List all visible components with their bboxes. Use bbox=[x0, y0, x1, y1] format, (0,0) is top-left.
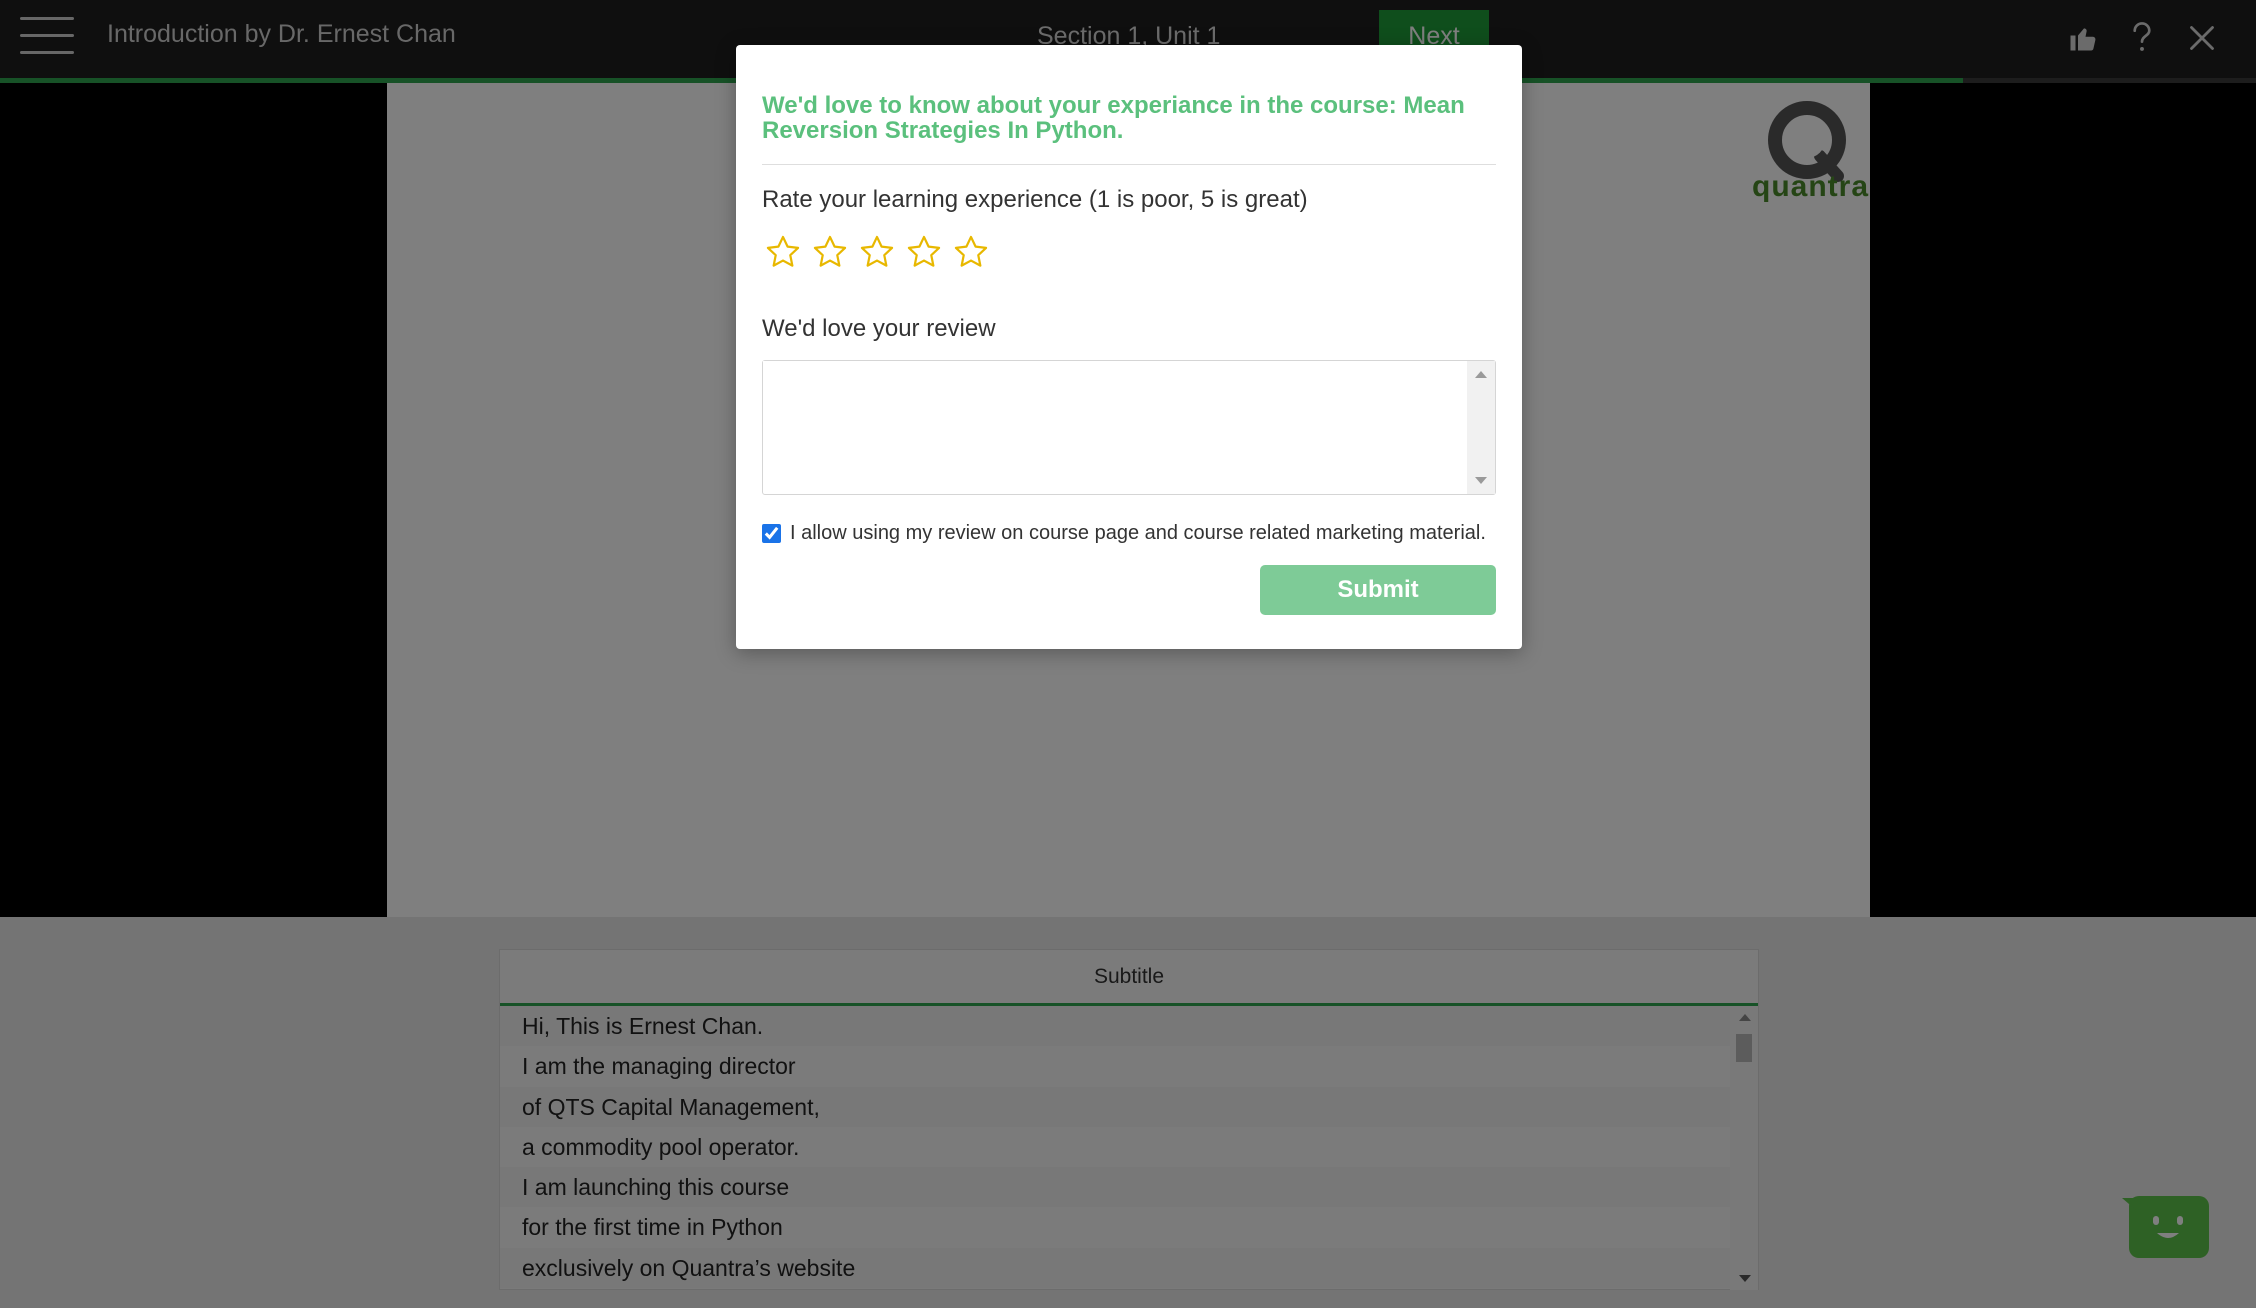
star-5-icon[interactable] bbox=[952, 233, 990, 271]
review-label: We'd love your review bbox=[762, 315, 996, 342]
consent-text: I allow using my review on course page a… bbox=[790, 522, 1486, 544]
star-2-icon[interactable] bbox=[811, 233, 849, 271]
star-rating[interactable] bbox=[764, 233, 990, 277]
review-modal: We'd love to know about your experiance … bbox=[736, 45, 1522, 649]
review-textarea[interactable] bbox=[763, 361, 1463, 491]
rate-label: Rate your learning experience (1 is poor… bbox=[762, 186, 1308, 213]
star-3-icon[interactable] bbox=[858, 233, 896, 271]
review-scrollbar[interactable] bbox=[1467, 361, 1495, 494]
star-1-icon[interactable] bbox=[764, 233, 802, 271]
consent-checkbox[interactable] bbox=[762, 524, 781, 543]
review-textarea-wrapper bbox=[762, 360, 1496, 495]
modal-title: We'd love to know about your experiance … bbox=[762, 92, 1465, 144]
scroll-down-icon[interactable] bbox=[1475, 477, 1487, 484]
star-4-icon[interactable] bbox=[905, 233, 943, 271]
scroll-up-icon[interactable] bbox=[1475, 371, 1487, 378]
submit-button[interactable]: Submit bbox=[1260, 565, 1496, 615]
consent-row[interactable]: I allow using my review on course page a… bbox=[762, 522, 1486, 545]
divider bbox=[762, 164, 1496, 165]
